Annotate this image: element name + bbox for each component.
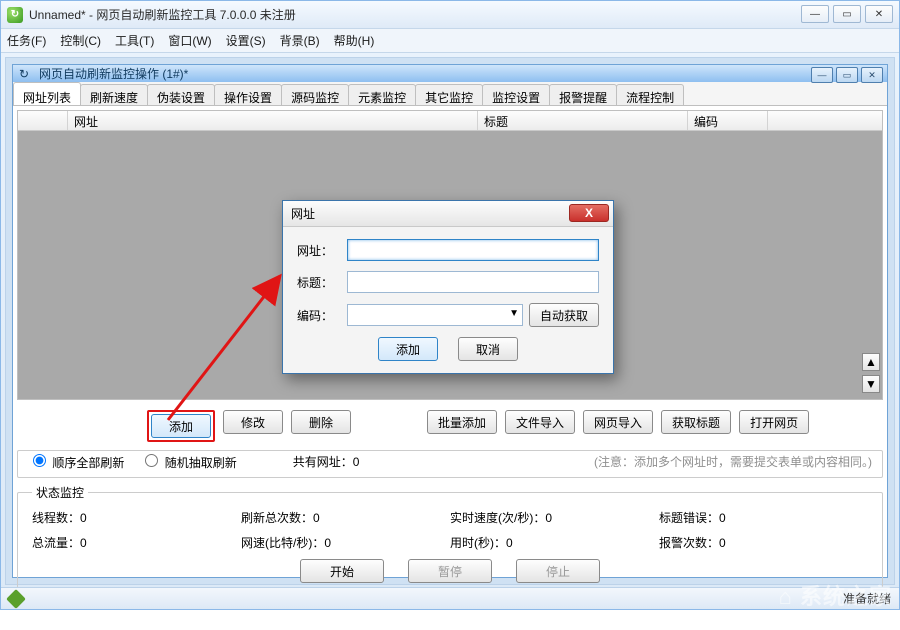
edit-button[interactable]: 修改 xyxy=(223,410,283,434)
refresh-mode-group: 顺序全部刷新 随机抽取刷新 共有网址：0 (注意：添加多个网址时，需要提交表单或… xyxy=(17,450,883,478)
stat-time: 用时(秒)：0 xyxy=(450,534,659,551)
status-group: 状态监控 线程数：0 刷新总次数：0 实时速度(次/秒)：0 标题错误：0 总流… xyxy=(17,484,883,592)
stat-title-err: 标题错误：0 xyxy=(659,509,868,526)
tab-flow-control[interactable]: 流程控制 xyxy=(616,84,684,105)
minimize-button[interactable]: — xyxy=(801,5,829,23)
close-button[interactable]: ✕ xyxy=(865,5,893,23)
radio-all[interactable]: 顺序全部刷新 xyxy=(28,451,124,471)
watermark: ⌂ 系统之家 xyxy=(779,584,892,610)
stat-net: 网速(比特/秒)：0 xyxy=(241,534,450,551)
pause-button[interactable]: 暂停 xyxy=(408,559,492,583)
radio-random[interactable]: 随机抽取刷新 xyxy=(140,451,236,471)
status-legend: 状态监控 xyxy=(32,484,88,501)
stat-refresh-total: 刷新总次数：0 xyxy=(241,509,450,526)
stat-threads: 线程数：0 xyxy=(32,509,241,526)
window-title: Unnamed* - 网页自动刷新监控工具 7.0.0.0 未注册 xyxy=(29,6,296,23)
tab-monitor-settings[interactable]: 监控设置 xyxy=(482,84,550,105)
child-app-icon: ↻ xyxy=(19,67,33,81)
col-blank[interactable] xyxy=(18,111,68,130)
tab-source-monitor[interactable]: 源码监控 xyxy=(281,84,349,105)
tab-element-monitor[interactable]: 元素监控 xyxy=(348,84,416,105)
note-text: (注意：添加多个网址时，需要提交表单或内容相同。) xyxy=(594,453,872,470)
statusbar: 准备就绪 xyxy=(1,587,899,609)
scroll-down-button[interactable]: ▼ xyxy=(862,375,880,393)
col-title[interactable]: 标题 xyxy=(478,111,688,130)
menubar: 任务(F) 控制(C) 工具(T) 窗口(W) 设置(S) 背景(B) 帮助(H… xyxy=(1,29,899,53)
dlg-url-label: 网址： xyxy=(297,242,341,259)
plug-icon xyxy=(6,589,26,609)
dialog-titlebar[interactable]: 网址 X xyxy=(283,201,613,227)
tab-refresh-speed[interactable]: 刷新速度 xyxy=(80,84,148,105)
menu-background[interactable]: 背景(B) xyxy=(280,32,320,49)
auto-get-button[interactable]: 自动获取 xyxy=(529,303,599,327)
get-title-button[interactable]: 获取标题 xyxy=(661,410,731,434)
stat-speed: 实时速度(次/秒)：0 xyxy=(450,509,659,526)
child-titlebar: ↻ 网页自动刷新监控操作 (1#)* — ▭ ✕ xyxy=(13,65,887,82)
maximize-button[interactable]: ▭ xyxy=(833,5,861,23)
tab-other-monitor[interactable]: 其它监控 xyxy=(415,84,483,105)
open-web-button[interactable]: 打开网页 xyxy=(739,410,809,434)
child-close-button[interactable]: ✕ xyxy=(861,67,883,83)
stat-traffic: 总流量：0 xyxy=(32,534,241,551)
file-import-button[interactable]: 文件导入 xyxy=(505,410,575,434)
child-minimize-button[interactable]: — xyxy=(811,67,833,83)
highlight-box: 添加 xyxy=(147,410,215,442)
dlg-encoding-label: 编码： xyxy=(297,307,341,324)
url-dialog: 网址 X 网址： 标题： 编码： ▼ 自动获取 添加 取消 xyxy=(282,200,614,374)
tab-operation[interactable]: 操作设置 xyxy=(214,84,282,105)
col-url[interactable]: 网址 xyxy=(68,111,478,130)
menu-window[interactable]: 窗口(W) xyxy=(168,32,211,49)
menu-help[interactable]: 帮助(H) xyxy=(334,32,375,49)
menu-settings[interactable]: 设置(S) xyxy=(226,32,266,49)
dlg-encoding-combo[interactable] xyxy=(347,304,523,326)
add-button[interactable]: 添加 xyxy=(151,414,211,438)
dialog-cancel-button[interactable]: 取消 xyxy=(458,337,518,361)
dialog-title: 网址 xyxy=(291,205,315,222)
url-count-label: 共有网址：0 xyxy=(293,453,360,470)
dlg-title-label: 标题： xyxy=(297,274,341,291)
list-header: 网址 标题 编码 xyxy=(18,111,882,131)
titlebar: ↻ Unnamed* - 网页自动刷新监控工具 7.0.0.0 未注册 — ▭ … xyxy=(1,1,899,29)
stat-alarm: 报警次数：0 xyxy=(659,534,868,551)
batch-add-button[interactable]: 批量添加 xyxy=(427,410,497,434)
app-icon: ↻ xyxy=(7,7,23,23)
tab-bar: 网址列表 刷新速度 伪装设置 操作设置 源码监控 元素监控 其它监控 监控设置 … xyxy=(13,82,887,106)
dlg-url-input[interactable] xyxy=(347,239,599,261)
menu-tools[interactable]: 工具(T) xyxy=(115,32,154,49)
menu-task[interactable]: 任务(F) xyxy=(7,32,46,49)
action-row: 添加 修改 删除 批量添加 文件导入 网页导入 获取标题 打开网页 xyxy=(17,400,883,450)
tab-url-list[interactable]: 网址列表 xyxy=(13,82,81,105)
tab-fake-settings[interactable]: 伪装设置 xyxy=(147,84,215,105)
child-window-title: 网页自动刷新监控操作 (1#)* xyxy=(39,65,188,82)
col-encoding[interactable]: 编码 xyxy=(688,111,768,130)
menu-control[interactable]: 控制(C) xyxy=(60,32,101,49)
web-import-button[interactable]: 网页导入 xyxy=(583,410,653,434)
dialog-add-button[interactable]: 添加 xyxy=(378,337,438,361)
scroll-up-button[interactable]: ▲ xyxy=(862,353,880,371)
dialog-close-button[interactable]: X xyxy=(569,204,609,222)
dlg-title-input[interactable] xyxy=(347,271,599,293)
child-maximize-button[interactable]: ▭ xyxy=(836,67,858,83)
delete-button[interactable]: 删除 xyxy=(291,410,351,434)
tab-alarm[interactable]: 报警提醒 xyxy=(549,84,617,105)
stop-button[interactable]: 停止 xyxy=(516,559,600,583)
start-button[interactable]: 开始 xyxy=(300,559,384,583)
